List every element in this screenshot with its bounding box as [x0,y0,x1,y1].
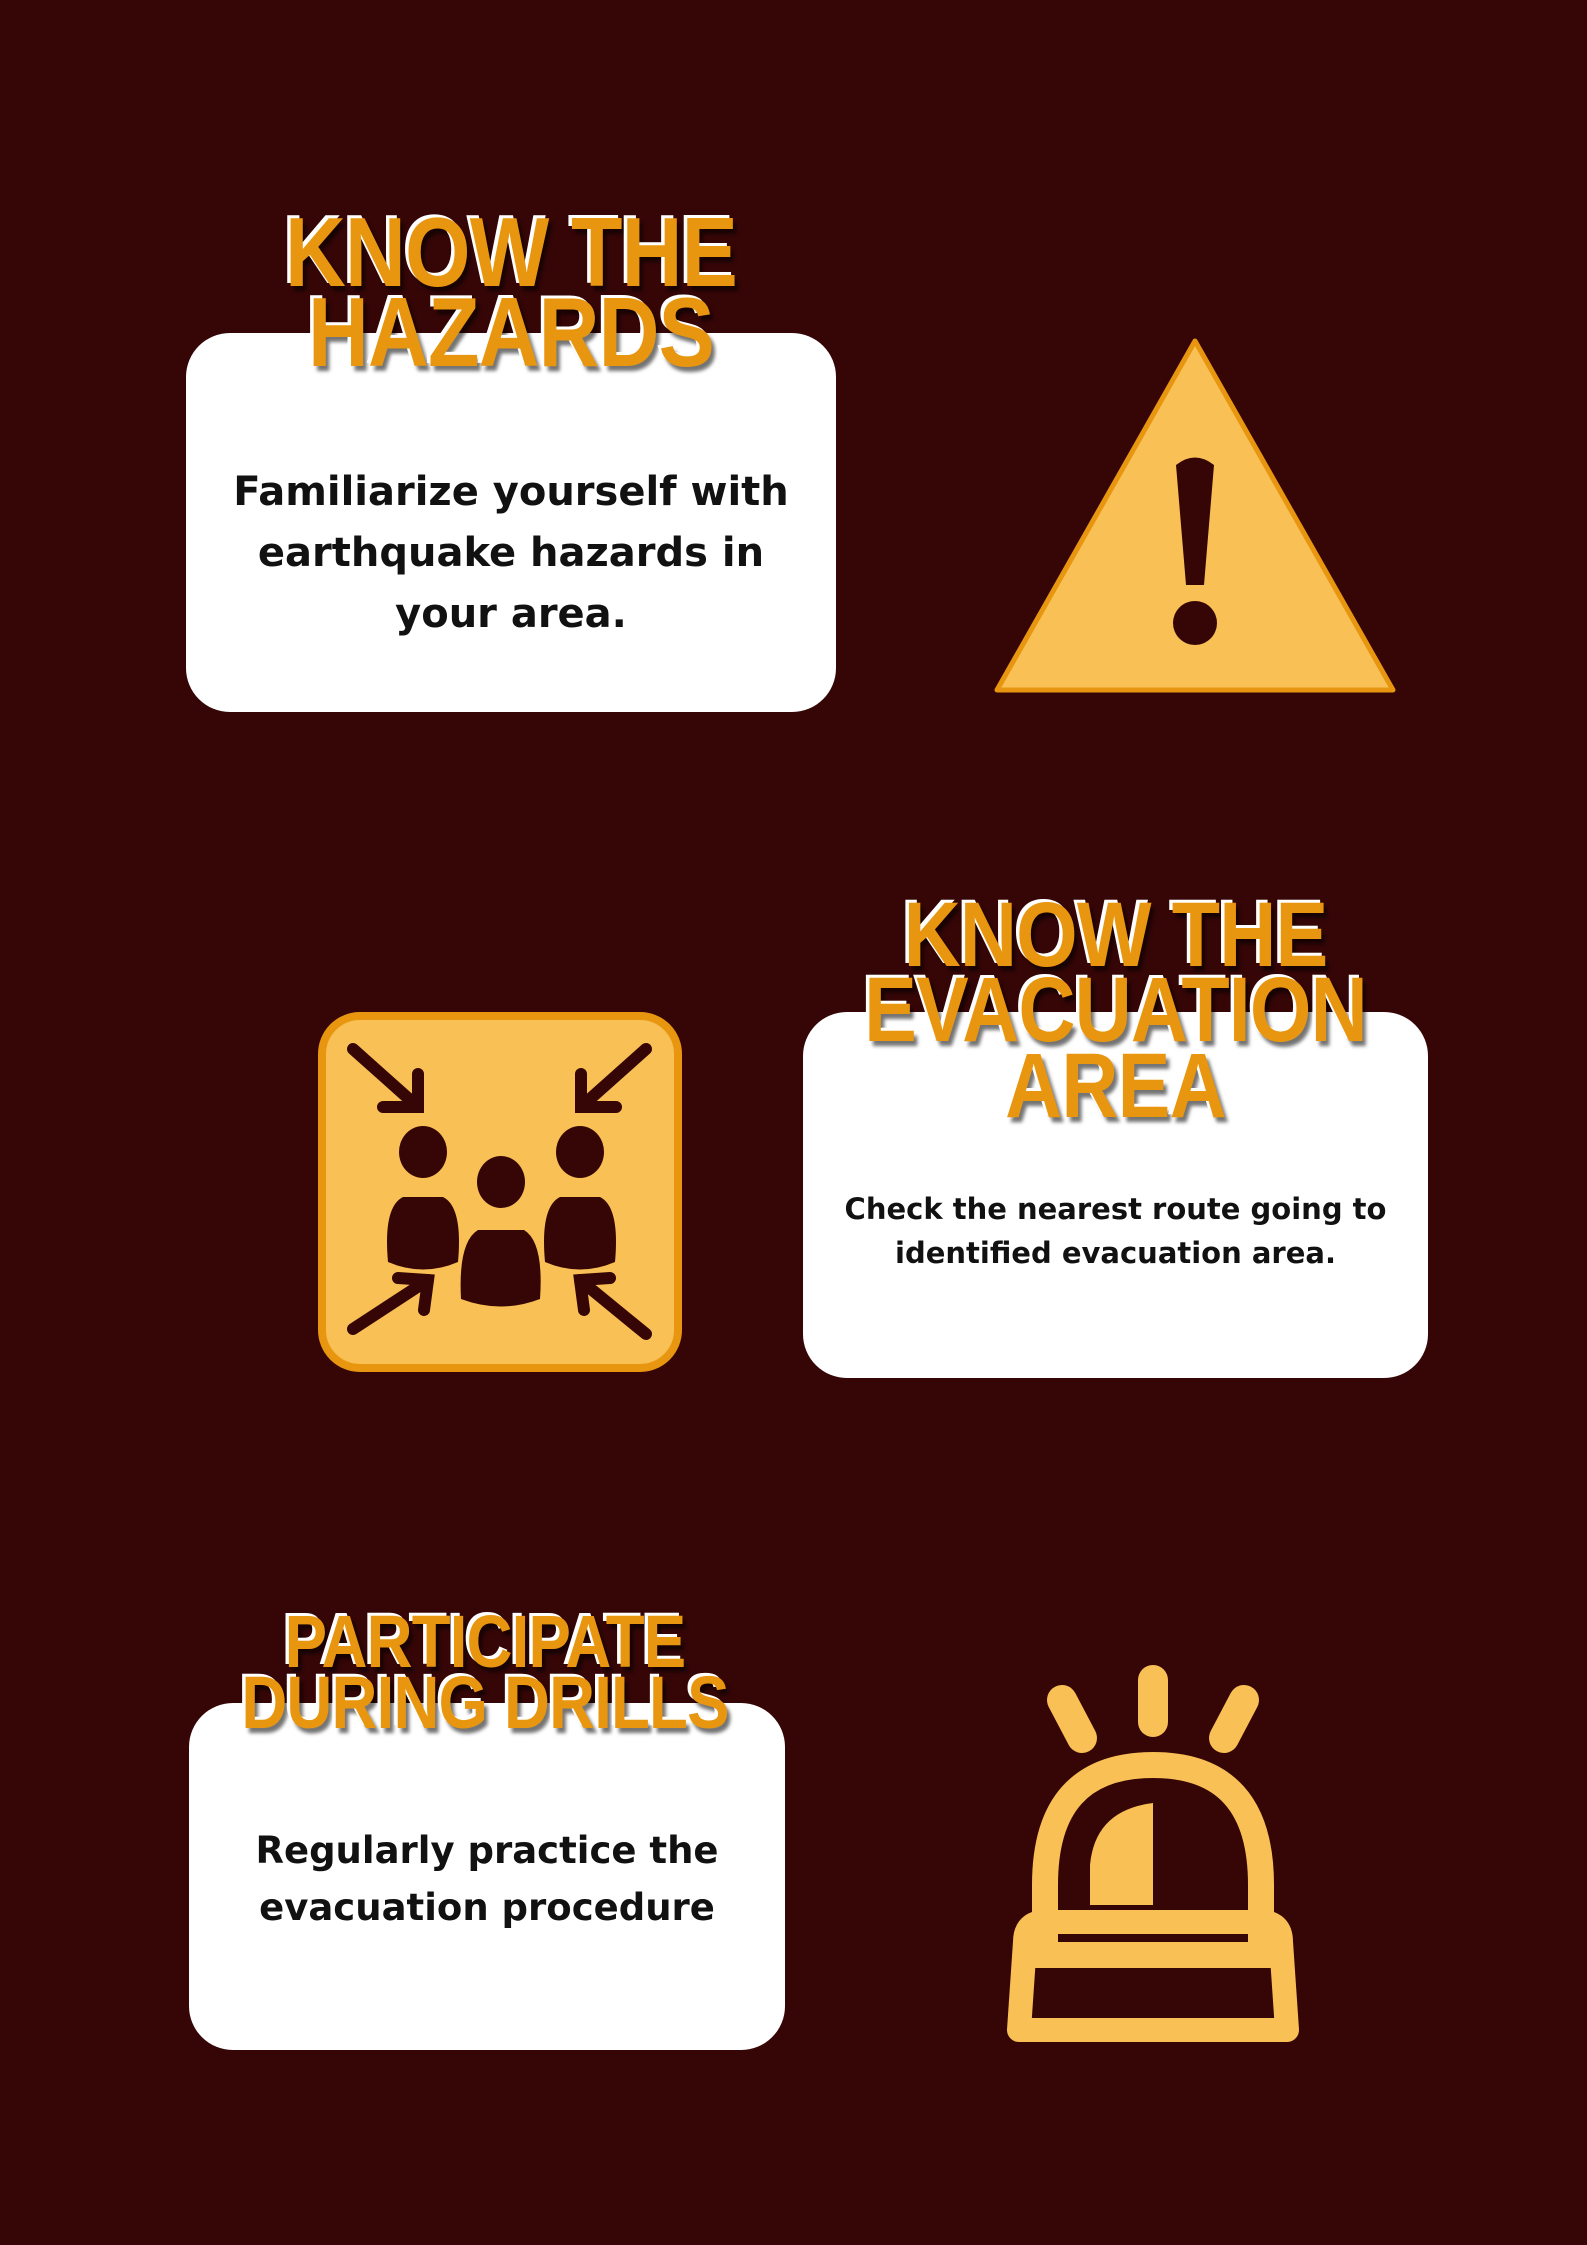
title-line: HAZARDS [307,277,715,388]
assembly-point-icon [318,1012,682,1372]
body-line: earthquake hazards in [257,530,765,576]
hazards-title: KNOW THE HAZARDS [232,203,791,388]
body-line: evacuation procedure [259,1886,715,1929]
body-line: identified evacuation area. [895,1236,1336,1270]
body-line: your area. [395,591,627,637]
body-line: Familiarize yourself with [233,469,789,515]
evacuation-title: KNOW THE EVACUATION AREA [847,889,1385,1132]
drills-title: PARTICIPATE DURING DRILLS [197,1605,773,1744]
warning-triangle-icon [994,338,1396,693]
evacuation-description: Check the nearest route going to identif… [803,1187,1428,1275]
siren-alarm-icon [1007,1665,1299,2042]
hazards-description: Familiarize yourself with earthquake haz… [186,462,836,645]
body-line: Regularly practice the [255,1829,719,1872]
title-line: DURING DRILLS [241,1660,729,1744]
drills-description: Regularly practice the evacuation proced… [189,1822,785,1936]
body-line: Check the nearest route going to [844,1192,1387,1226]
